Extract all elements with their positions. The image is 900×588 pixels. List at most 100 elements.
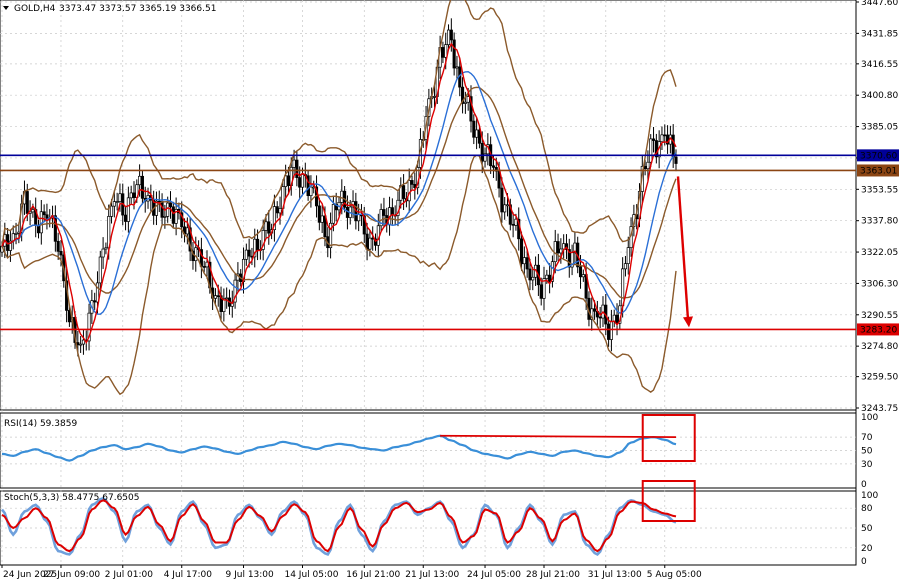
candle-body[interactable] [56,240,60,252]
candle-body[interactable] [559,248,563,254]
candle-body[interactable] [166,202,170,217]
candle-body[interactable] [36,224,41,234]
candle-body[interactable] [286,175,291,186]
candle-body[interactable] [216,295,220,298]
candle-body[interactable] [452,39,456,69]
candle-body[interactable] [455,66,459,69]
candle-body[interactable] [621,268,625,307]
candle-body[interactable] [382,209,386,216]
candle-body[interactable] [623,263,628,270]
candle-body[interactable] [98,256,102,284]
candle-body[interactable] [410,180,414,185]
candle-body[interactable] [42,211,46,216]
chart-canvas[interactable]: 3447.603431.853416.553400.803385.053369.… [0,0,900,584]
candle-body[interactable] [275,206,279,214]
candle-body[interactable] [539,284,543,299]
candle-body[interactable] [446,29,451,46]
candle-body[interactable] [463,101,467,104]
candle-body[interactable] [514,218,518,226]
candle-body[interactable] [626,247,630,264]
candle-body[interactable] [247,249,251,257]
candle-body[interactable] [185,227,189,235]
candle-body[interactable] [109,205,114,217]
candle-body[interactable] [615,314,619,324]
candle-body[interactable] [267,221,271,234]
candle-body[interactable] [548,274,552,282]
candle-body[interactable] [118,193,122,202]
candle-body[interactable] [578,266,583,278]
candle-body[interactable] [472,120,476,138]
candle-body[interactable] [101,248,105,258]
candle-body[interactable] [331,204,335,224]
candle-body[interactable] [511,223,515,226]
candle-body[interactable] [292,159,296,168]
candle-body[interactable] [545,274,549,279]
candle-body[interactable] [295,159,299,178]
candle-body[interactable] [365,233,369,250]
candle-body[interactable] [79,343,83,346]
trading-chart[interactable]: 3447.603431.853416.553400.803385.053369.… [0,0,900,584]
candle-body[interactable] [607,323,611,340]
candle-body[interactable] [264,221,268,231]
candle-body[interactable] [298,177,302,188]
candle-body[interactable] [491,165,496,168]
candle-body[interactable] [581,274,585,278]
candle-body[interactable] [671,134,675,158]
candle-body[interactable] [309,186,313,197]
candle-body[interactable] [432,96,437,98]
candle-body[interactable] [256,238,260,251]
candle-body[interactable] [556,241,560,254]
candle-body[interactable] [194,247,198,262]
candle-body[interactable] [163,216,167,218]
candle-body[interactable] [132,192,136,198]
candle-body[interactable] [525,257,529,270]
candle-body[interactable] [649,138,653,163]
candle-body[interactable] [104,247,108,250]
candle-body[interactable] [598,316,602,319]
candle-body[interactable] [93,300,97,303]
candle-body[interactable] [651,138,656,141]
candle-body[interactable] [244,249,248,260]
candle-body[interactable] [402,185,406,199]
candle-body[interactable] [643,165,647,170]
candle-body[interactable] [441,47,445,58]
candle-body[interactable] [368,237,372,250]
candle-body[interactable] [480,142,484,162]
candle-body[interactable] [466,96,470,103]
candle-body[interactable] [300,174,305,188]
candle-body[interactable] [168,202,173,208]
candle-body[interactable] [213,295,217,299]
candle-body[interactable] [531,276,535,281]
candle-body[interactable] [126,197,130,222]
candle-body[interactable] [500,187,504,213]
candle-body[interactable] [646,161,650,170]
candle-body[interactable] [503,204,507,213]
candle-body[interactable] [160,201,164,218]
candle-body[interactable] [674,156,678,164]
candle-body[interactable] [202,266,206,268]
candle-body[interactable] [317,205,321,223]
candle-body[interactable] [124,214,128,222]
candle-body[interactable] [593,308,597,312]
candle-body[interactable] [660,134,664,143]
candle-body[interactable] [519,238,524,265]
candle-body[interactable] [45,214,49,219]
candle-body[interactable] [609,321,613,340]
candle-body[interactable] [138,175,142,186]
candle-body[interactable] [81,339,85,345]
candle-body[interactable] [14,233,18,235]
candle-body[interactable] [129,192,133,199]
candle-body[interactable] [112,201,116,207]
candle-body[interactable] [449,29,453,41]
candle-body[interactable] [25,191,29,214]
candle-body[interactable] [407,180,411,202]
candle-body[interactable] [278,208,282,214]
candle-body[interactable] [663,134,667,137]
candle-body[interactable] [31,209,35,213]
candle-body[interactable] [225,297,229,300]
candle-body[interactable] [59,250,63,256]
candle-body[interactable] [522,257,526,265]
candle-body[interactable] [320,215,324,223]
candle-body[interactable] [528,268,532,281]
candle-body[interactable] [140,175,144,199]
